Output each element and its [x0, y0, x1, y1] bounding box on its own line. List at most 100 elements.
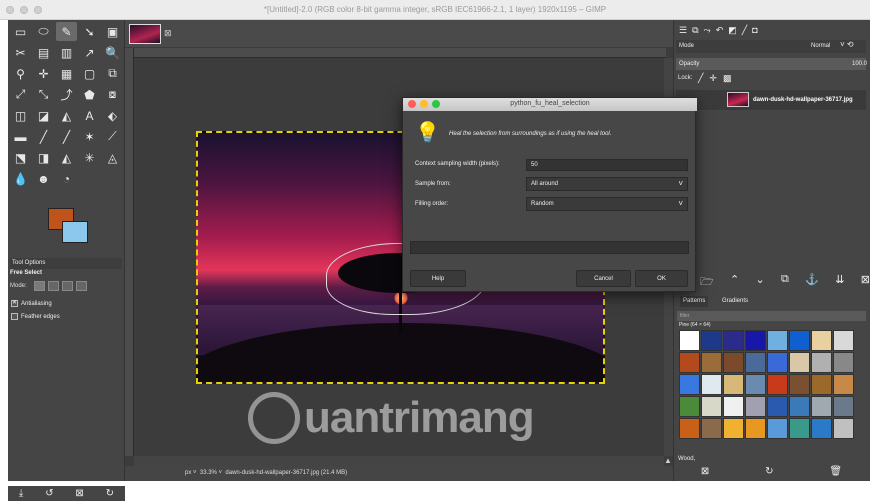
new-layer-icon[interactable]: 🗁	[700, 273, 714, 292]
tool-icon[interactable]: ▣	[102, 22, 123, 41]
tool-icon[interactable]: ▥	[56, 43, 77, 62]
lock-position-icon[interactable]: ✛	[709, 73, 717, 84]
pattern-swatch[interactable]	[723, 374, 744, 395]
tool-icon[interactable]: ◫	[10, 106, 31, 125]
pattern-swatch[interactable]	[811, 374, 832, 395]
tool-icon[interactable]: ⧉	[102, 64, 123, 83]
anchor-layer-icon[interactable]: ⚓	[805, 273, 819, 292]
sample-from-select[interactable]: All around ˅	[526, 177, 688, 191]
pattern-swatch[interactable]	[833, 374, 854, 395]
tool-icon[interactable]: ↗	[79, 43, 100, 62]
pattern-swatch[interactable]	[833, 418, 854, 439]
pattern-swatch[interactable]	[789, 374, 810, 395]
pattern-swatch[interactable]	[679, 330, 700, 351]
tool-icon[interactable]: ⬖	[102, 106, 123, 125]
lock-pixels-icon[interactable]: ╱	[698, 73, 703, 84]
pattern-swatch[interactable]	[811, 330, 832, 351]
pattern-swatch[interactable]	[789, 418, 810, 439]
save-options-icon[interactable]: ⤓	[19, 488, 23, 499]
pattern-swatch[interactable]	[723, 330, 744, 351]
tool-icon[interactable]: ⟋	[102, 127, 123, 146]
tool-icon[interactable]: ╱	[33, 127, 54, 146]
pattern-swatch[interactable]	[745, 396, 766, 417]
pattern-swatch[interactable]	[745, 352, 766, 373]
tool-icon[interactable]: ⬟	[79, 85, 100, 104]
mode-intersect-button[interactable]	[76, 281, 87, 291]
antialiasing-checkbox[interactable]	[11, 299, 18, 307]
image-tab-thumbnail[interactable]	[129, 24, 161, 44]
pattern-swatch[interactable]	[701, 396, 722, 417]
filling-order-select[interactable]: Random ˅	[526, 197, 688, 211]
pattern-swatch[interactable]	[745, 418, 766, 439]
pattern-swatch[interactable]	[789, 330, 810, 351]
pattern-swatch[interactable]	[745, 374, 766, 395]
tool-icon[interactable]: ⧇	[102, 85, 123, 104]
pattern-swatch[interactable]	[789, 396, 810, 417]
pattern-swatch[interactable]	[767, 374, 788, 395]
tool-icon[interactable]: ▢	[79, 64, 100, 83]
pattern-swatch[interactable]	[811, 418, 832, 439]
tool-icon[interactable]: ◔	[56, 169, 77, 188]
pattern-swatch[interactable]	[723, 396, 744, 417]
pattern-swatch[interactable]	[745, 330, 766, 351]
antialiasing-option[interactable]: Antialiasing	[11, 299, 52, 307]
opacity-slider[interactable]: Opacity	[676, 58, 866, 70]
reset-options-icon[interactable]: ↻	[106, 488, 114, 499]
pattern-swatch[interactable]	[723, 418, 744, 439]
tool-icon[interactable]: ✛	[33, 64, 54, 83]
pattern-swatch[interactable]	[811, 396, 832, 417]
tool-icon[interactable]: ◭	[56, 106, 77, 125]
tool-icon[interactable]: 🔍	[102, 43, 123, 62]
dialog-zoom-dot[interactable]	[432, 100, 440, 108]
tool-icon[interactable]: ✂	[10, 43, 31, 62]
undo-tab-icon[interactable]: ↶	[716, 25, 724, 36]
dialog-close-dot[interactable]	[408, 100, 416, 108]
tool-icon[interactable]: 💧	[10, 169, 31, 188]
pattern-swatch[interactable]	[679, 418, 700, 439]
pattern-swatch[interactable]	[767, 352, 788, 373]
tool-icon[interactable]: ✎	[56, 22, 77, 41]
tool-icon[interactable]: A	[79, 106, 100, 125]
pattern-swatch[interactable]	[789, 352, 810, 373]
pattern-swatch[interactable]	[811, 352, 832, 373]
tool-icon[interactable]: ⤡	[33, 85, 54, 104]
feather-checkbox[interactable]	[11, 313, 18, 320]
dialog-minimize-dot[interactable]	[420, 100, 428, 108]
raise-layer-icon[interactable]: ⌃	[730, 273, 739, 292]
pattern-swatch[interactable]	[723, 352, 744, 373]
tool-icon[interactable]: ⤢	[10, 85, 31, 104]
pattern-swatch[interactable]	[679, 396, 700, 417]
delete-layer-icon[interactable]: ⊠	[861, 273, 870, 292]
layers-tab-icon[interactable]: ☰	[679, 25, 687, 36]
pattern-swatch[interactable]	[767, 330, 788, 351]
layer-thumbnail[interactable]	[727, 92, 749, 107]
pattern-swatch[interactable]	[701, 330, 722, 351]
pattern-swatch[interactable]	[701, 418, 722, 439]
zoom-select[interactable]: 33.3%	[200, 470, 217, 476]
sampling-width-input[interactable]: 50	[526, 159, 688, 171]
pattern-swatch[interactable]	[767, 418, 788, 439]
tab-patterns[interactable]: Patterns	[680, 296, 709, 307]
delete-options-icon[interactable]: ⊠	[75, 488, 83, 499]
merge-layer-icon[interactable]: ⇊	[835, 273, 844, 292]
pattern-swatch[interactable]	[701, 352, 722, 373]
pattern-swatch[interactable]	[833, 352, 854, 373]
feather-option[interactable]: Feather edges	[11, 313, 60, 320]
channels-tab-icon[interactable]: ⧉	[692, 25, 698, 36]
pattern-swatch[interactable]	[701, 374, 722, 395]
pattern-swatch[interactable]	[767, 396, 788, 417]
navigate-icon[interactable]: ▲	[664, 456, 673, 466]
layer-name[interactable]: dawn-dusk-hd-wallpaper-36717.jpg	[753, 97, 853, 103]
tool-icon[interactable]: ◬	[102, 148, 123, 167]
mode-chevron-icon[interactable]: ˅ ⟲	[840, 40, 854, 49]
pattern-filter-input[interactable]: filter	[677, 311, 866, 321]
tool-icon[interactable]: ◭	[56, 148, 77, 167]
mode-subtract-button[interactable]	[62, 281, 73, 291]
pattern-swatch[interactable]	[833, 396, 854, 417]
duplicate-layer-icon[interactable]: ⧉	[781, 273, 789, 292]
tab-gradients[interactable]: Gradients	[719, 296, 751, 307]
tool-icon[interactable]: ◨	[33, 148, 54, 167]
paths-tab-icon[interactable]: ⤳	[704, 25, 711, 36]
tool-icon[interactable]: ✶	[79, 127, 100, 146]
dock-menu-icon[interactable]: ◘	[752, 25, 757, 36]
